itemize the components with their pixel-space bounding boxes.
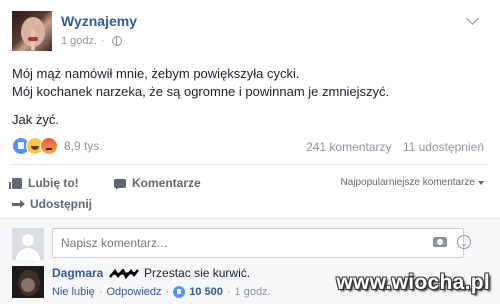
like-button[interactable]: Lubię to! [9,176,79,190]
reactions-summary[interactable]: 8,9 tys. [12,137,103,155]
facebook-post: Wyznajemy 1 godz. · Mój mąż namówił mnie… [0,0,500,304]
shares-count-link[interactable]: 11 udostępnień [403,140,484,154]
top-comment: Dagmara Przestac sie kurwić. [52,266,250,280]
comment-icon [114,178,126,190]
current-user-avatar [12,228,44,260]
censor-scribble [108,268,139,279]
separator-dot: · [101,35,105,47]
engagement-counts: 241 komentarzy 11 udostępnień [306,140,484,154]
post-text-line: Mój mąż namówił mnie, żebym powiększyła … [12,66,300,81]
separator-dot: · [226,286,231,298]
comment-like-count[interactable]: 10 500 [189,286,223,298]
caret-down-icon [478,180,484,185]
reaction-count[interactable]: 8,9 tys. [64,139,103,153]
comment-sort-dropdown[interactable]: Najpopularniejsze komentarze [340,177,484,188]
unlike-comment-link[interactable]: Nie lubię [52,286,95,298]
comment-button[interactable]: Komentarze [114,176,201,190]
comments-count-link[interactable]: 241 komentarzy [306,140,391,154]
comment-sort-label: Najpopularniejsze komentarze [340,177,475,188]
like-button-label: Lubię to! [28,176,79,190]
divider [12,164,488,165]
post-timestamp[interactable]: 1 godz. [61,35,97,47]
share-button[interactable]: Udostępnij [12,197,92,211]
thumbs-up-icon [9,177,22,189]
like-reaction-icon [173,286,186,298]
comment-button-label: Komentarze [132,176,201,190]
post-meta: 1 godz. · [61,35,122,47]
comment-author-avatar[interactable] [12,266,44,298]
page-avatar[interactable] [12,11,52,51]
share-arrow-icon [12,199,25,209]
watermark: www.wiocha.pl [336,271,490,294]
chevron-down-icon[interactable] [466,12,479,25]
post-text-line: Mój kochanek narzeka, że są ogromne i po… [12,84,390,99]
post-text-line: Jak żyć. [12,112,59,127]
globe-icon [111,36,122,46]
angry-reaction-icon [40,137,58,155]
separator-dot: · [165,286,170,298]
comment-actions: Nie lubię · Odpowiedz · 10 500 · 1 godz. [52,286,271,298]
comment-text: Przestac sie kurwić. [144,266,251,280]
post-text: Mój mąż namówił mnie, żebym powiększyła … [12,65,389,129]
share-button-label: Udostępnij [30,197,92,211]
page-name-link[interactable]: Wyznajemy [61,13,137,29]
camera-icon[interactable] [433,237,447,247]
separator-dot: · [98,286,103,298]
comment-input[interactable] [52,228,464,258]
comment-author-name[interactable]: Dagmara [52,266,103,280]
emoji-icon[interactable] [457,235,471,249]
reply-link[interactable]: Odpowiedz [106,286,161,298]
comment-timestamp[interactable]: 1 godz. [235,286,271,298]
